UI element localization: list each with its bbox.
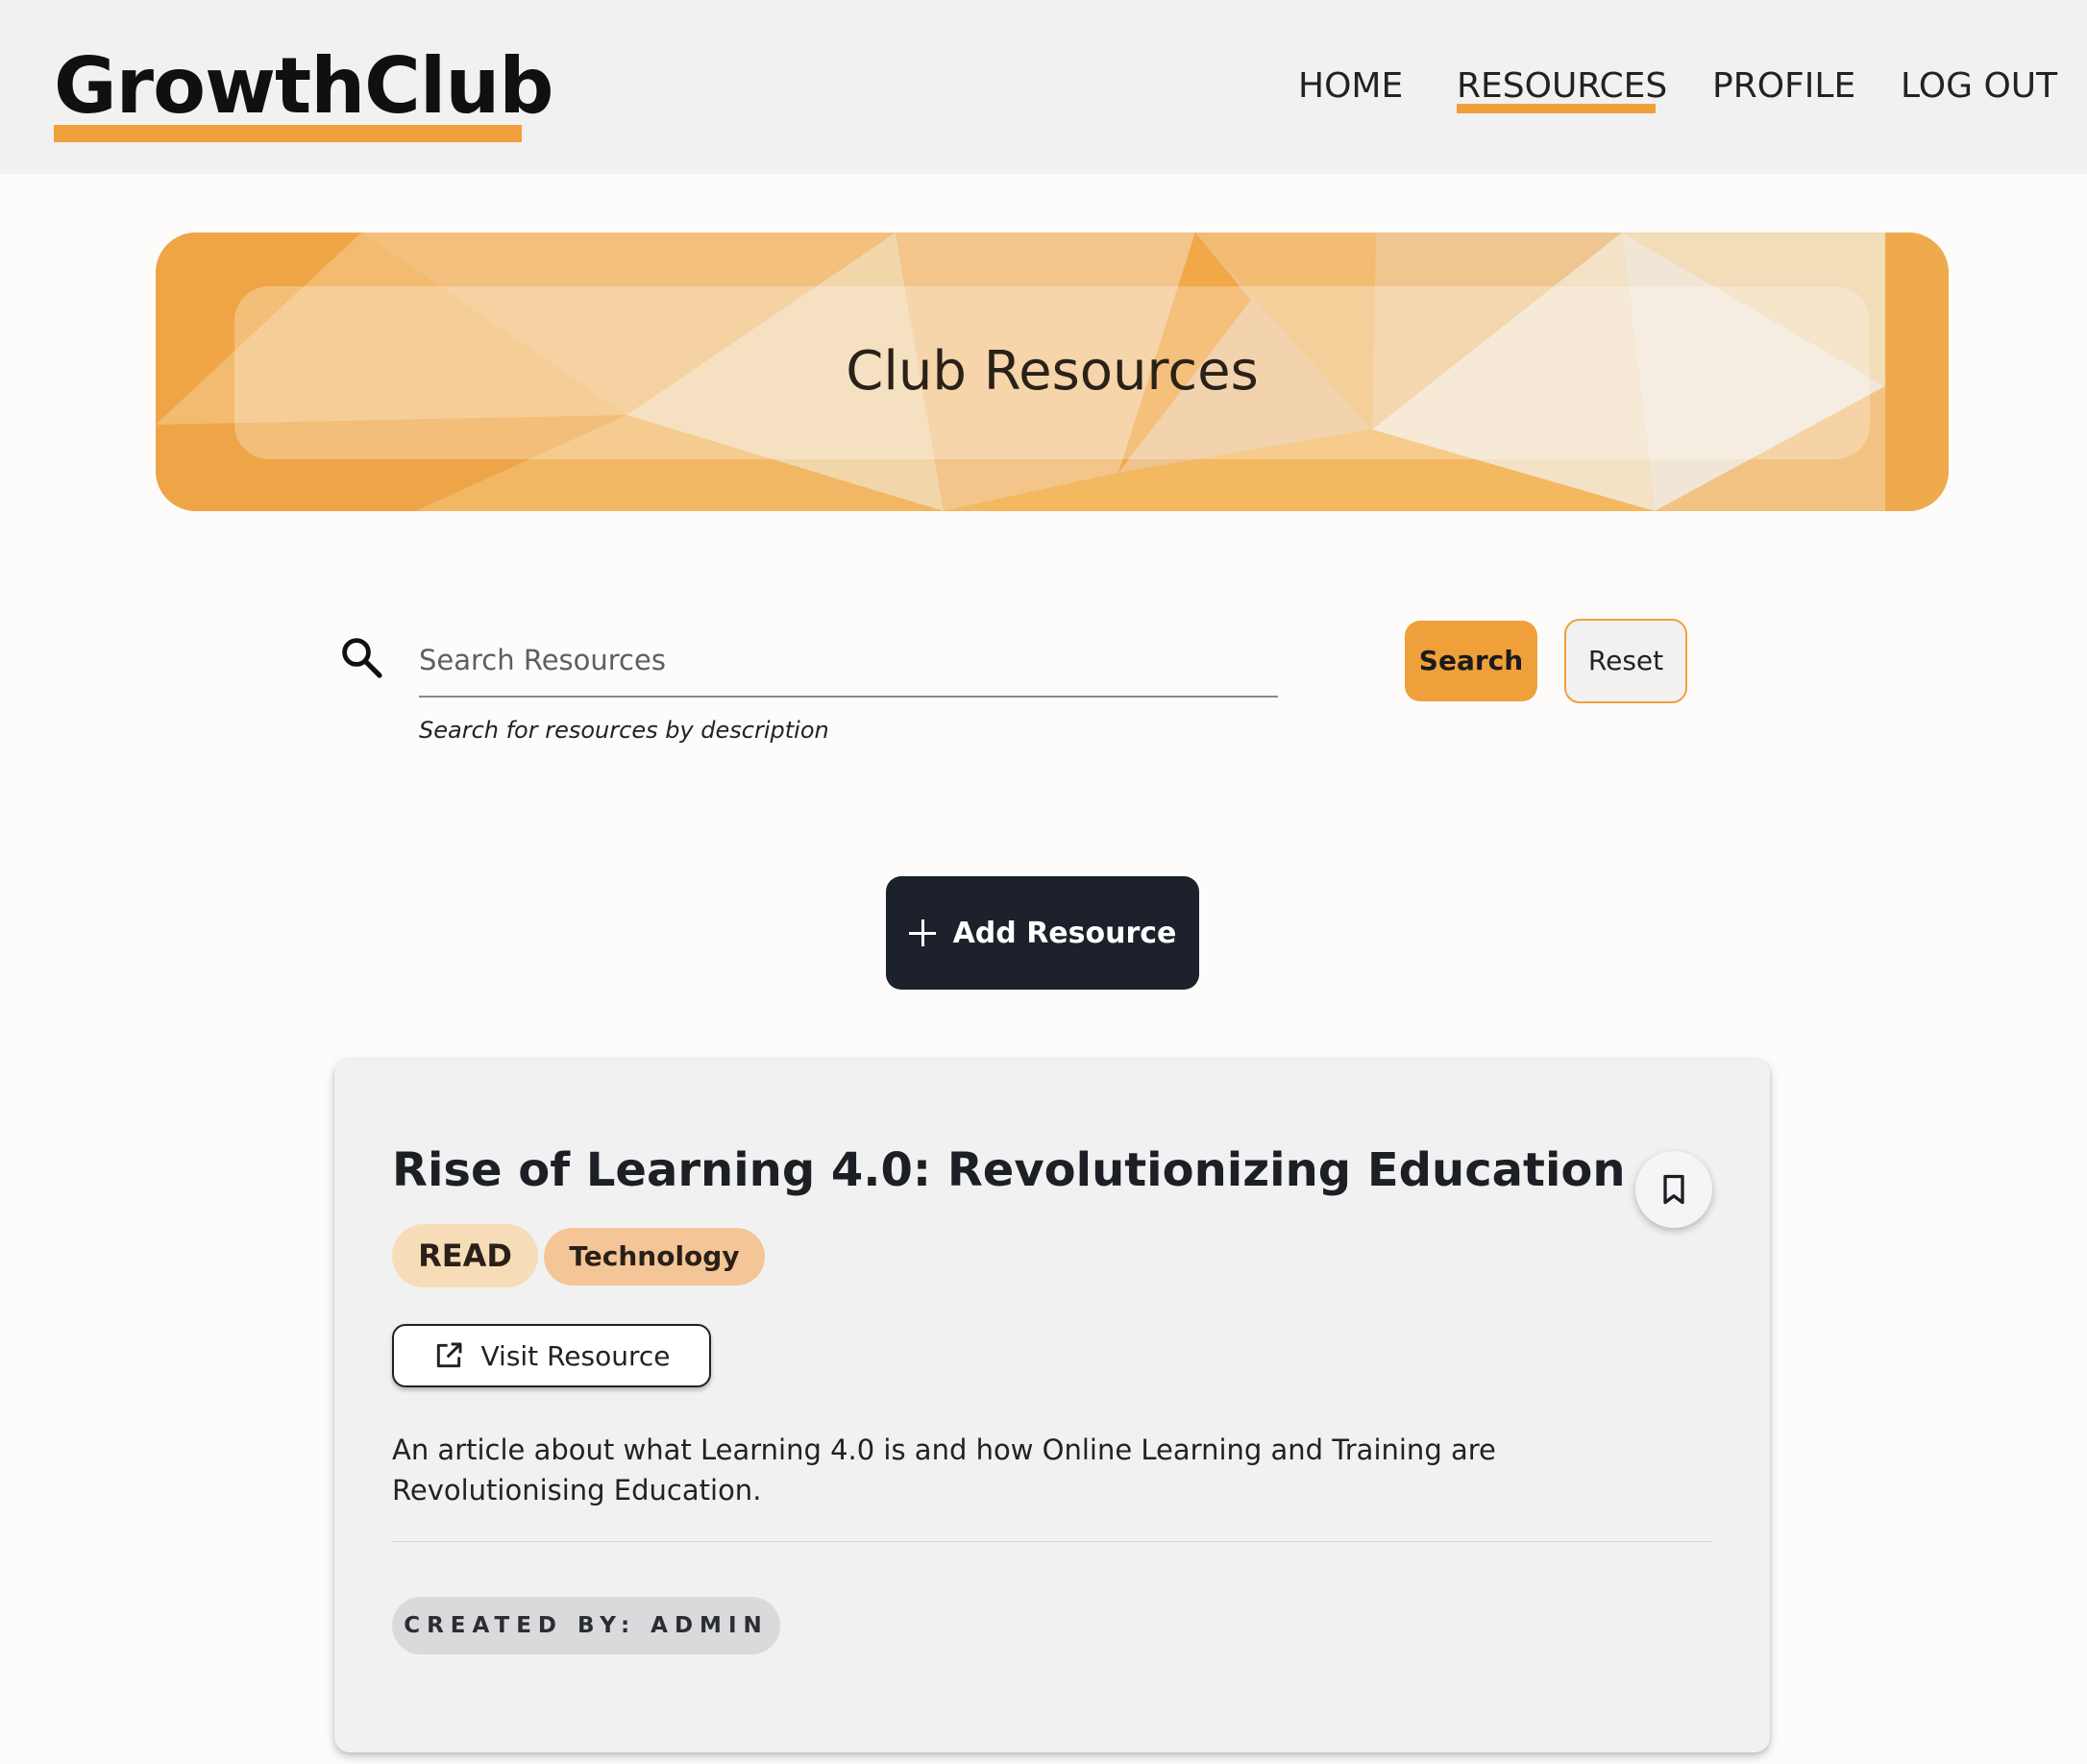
resource-card: Rise of Learning 4.0: Revolutionizing Ed… [334, 1059, 1770, 1752]
resource-description: An article about what Learning 4.0 is an… [392, 1433, 1496, 1507]
visit-resource-button[interactable]: Visit Resource [392, 1324, 711, 1387]
search-input[interactable] [419, 625, 1278, 698]
bookmark-icon [1663, 1174, 1684, 1205]
hero-banner: Club Resources [156, 233, 1949, 511]
card-divider [392, 1541, 1712, 1542]
search-icon [342, 638, 382, 678]
add-resource-button[interactable]: Add Resource [886, 876, 1199, 990]
resource-category-tag: Technology [544, 1228, 765, 1286]
visit-resource-label: Visit Resource [480, 1339, 671, 1372]
search-helper-text: Search for resources by description [419, 717, 829, 744]
bookmark-button[interactable] [1635, 1151, 1712, 1228]
page-title: Club Resources [846, 340, 1259, 403]
plus-icon [908, 919, 936, 946]
nav-logout[interactable]: LOG OUT [1901, 58, 2057, 115]
nav-active-indicator [1457, 104, 1656, 113]
nav-profile[interactable]: PROFILE [1712, 58, 1855, 115]
top-navbar: GrowthClub HOME RESOURCES PROFILE LOG OU… [0, 0, 2087, 174]
created-by-chip: CREATED BY: ADMIN [392, 1597, 780, 1654]
reset-button[interactable]: Reset [1564, 619, 1687, 703]
search-button[interactable]: Search [1405, 621, 1537, 701]
resource-title: Rise of Learning 4.0: Revolutionizing Ed… [392, 1143, 1626, 1197]
add-resource-label: Add Resource [952, 916, 1177, 950]
resource-type-tag: READ [392, 1224, 538, 1287]
nav-home[interactable]: HOME [1298, 58, 1403, 115]
logo-underline [54, 125, 522, 142]
external-link-icon [436, 1342, 461, 1368]
